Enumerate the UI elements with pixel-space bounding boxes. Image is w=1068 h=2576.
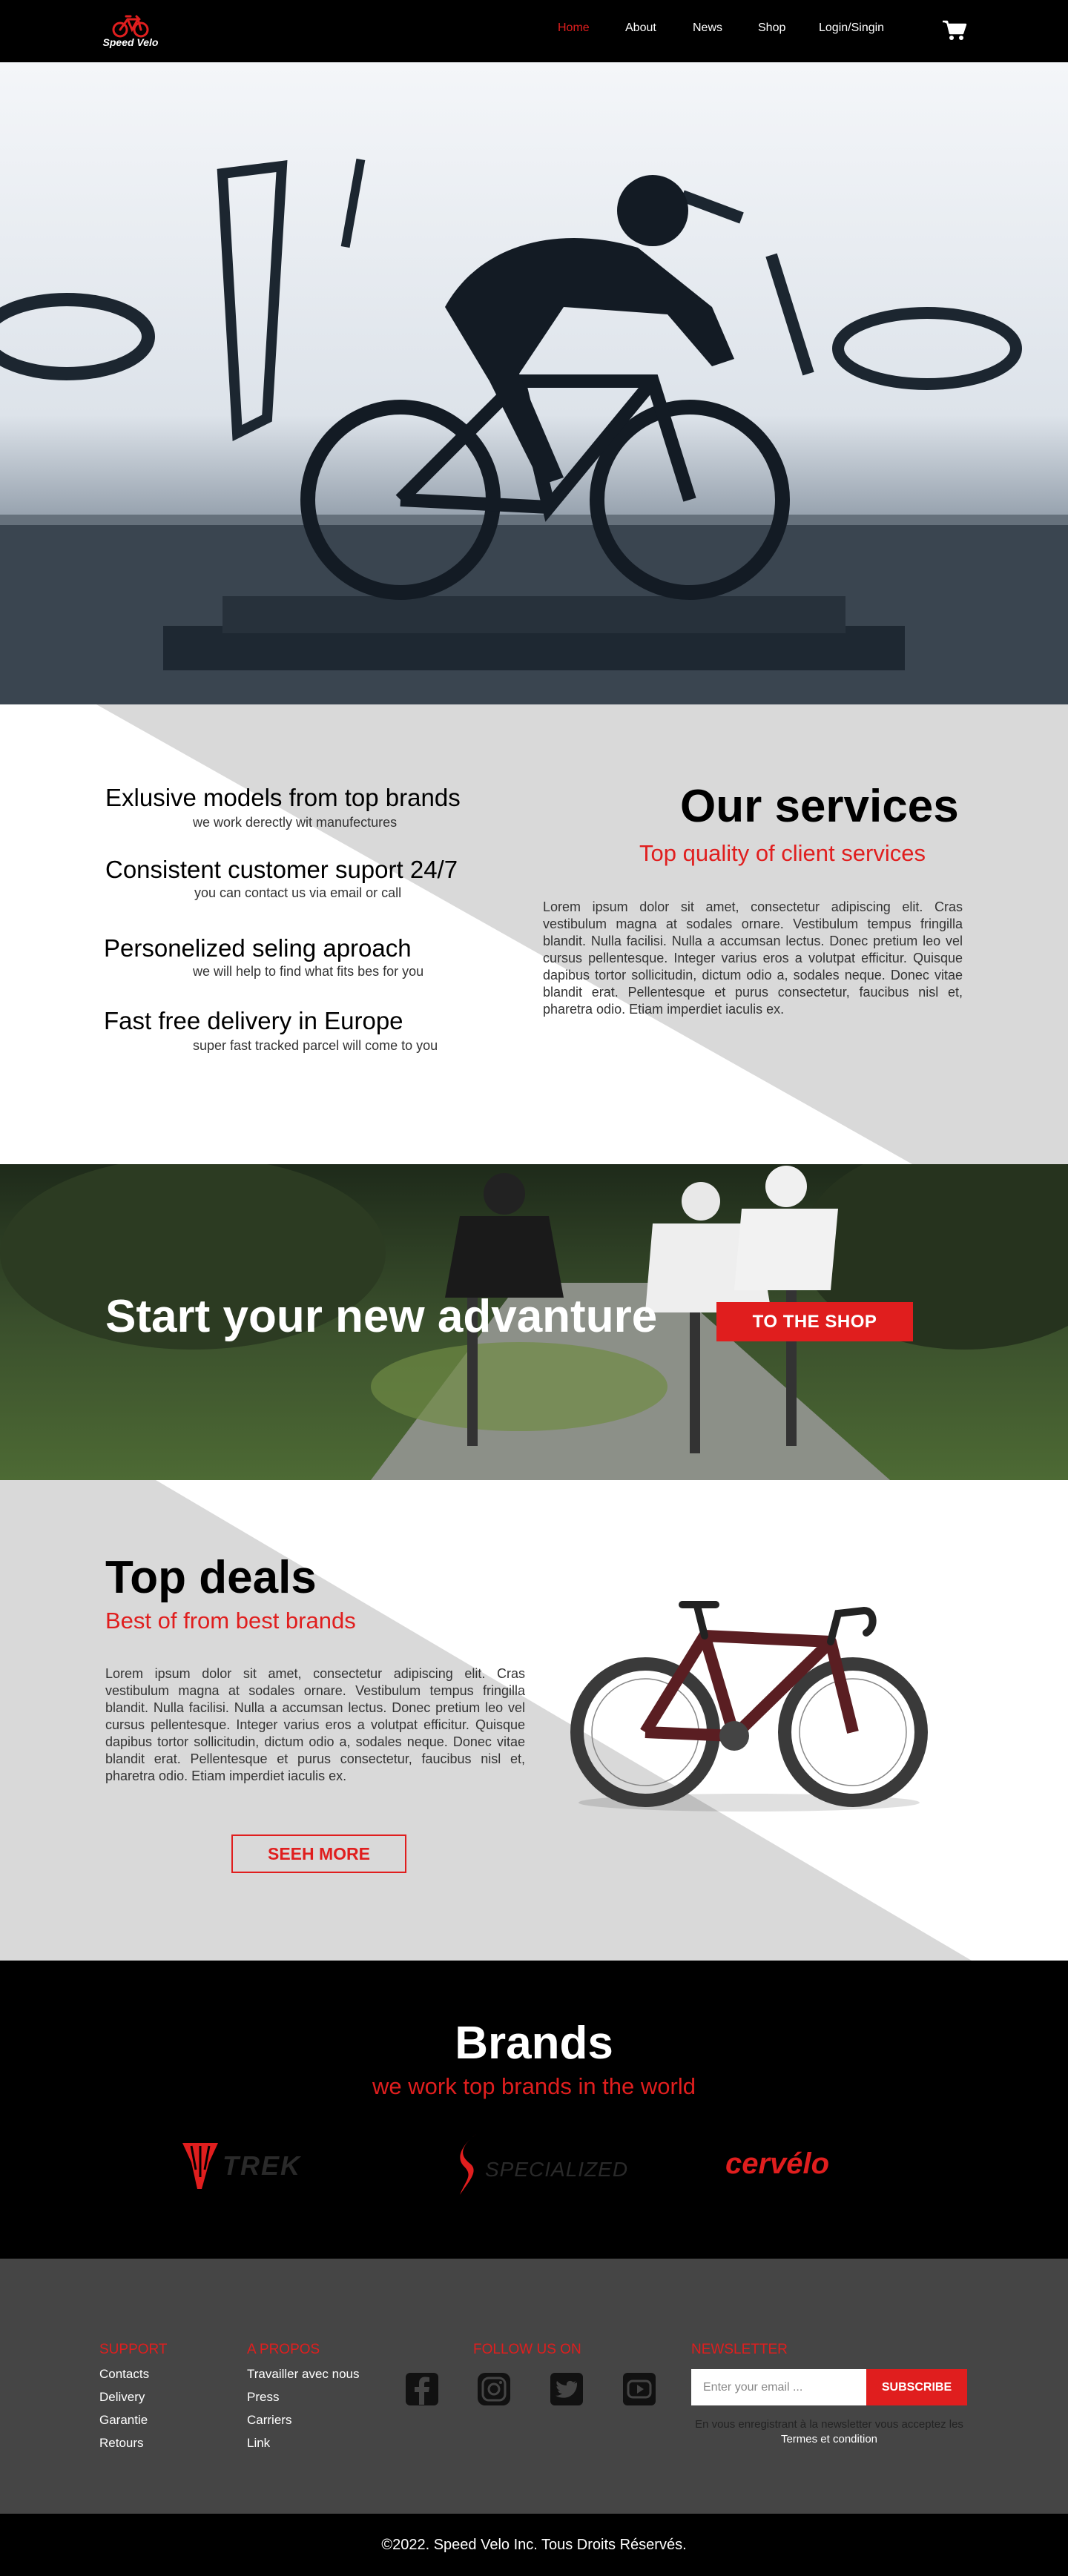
footer-link-press[interactable]: Press	[247, 2390, 279, 2405]
feature-subtitle: we will help to find what fits bes for y…	[193, 964, 424, 979]
feature-title: Exlusive models from top brands	[105, 784, 461, 811]
see-more-button[interactable]: SEEH MORE	[231, 1834, 406, 1873]
site-footer: SUPPORT Contacts Delivery Garantie Retou…	[0, 2259, 1068, 2514]
brand-cervelo[interactable]: cervélo	[725, 2144, 896, 2189]
nav-home[interactable]: Home	[558, 22, 590, 35]
subscribe-button[interactable]: SUBSCRIBE	[866, 2369, 967, 2405]
road-bike-image	[570, 1601, 928, 1812]
logo-text: Speed Velo	[102, 36, 159, 48]
services-title: Our services	[680, 781, 959, 832]
terms-link[interactable]: Termes et condition	[781, 2433, 877, 2445]
footer-link-link[interactable]: Link	[247, 2436, 270, 2451]
feature-subtitle: you can contact us via email or call	[194, 885, 402, 900]
footer-link-travailler[interactable]: Travailler avec nous	[247, 2367, 360, 2382]
footer-link-carriers[interactable]: Carriers	[247, 2413, 291, 2428]
nav-login[interactable]: Login/Singin	[819, 22, 884, 35]
twitter-icon[interactable]	[550, 2372, 584, 2406]
hero-image	[0, 62, 1068, 704]
to-the-shop-button[interactable]: TO THE SHOP	[716, 1302, 913, 1341]
copyright-text: ©2022. Speed Velo Inc. Tous Droits Réser…	[381, 2536, 687, 2553]
deals-body: Lorem ipsum dolor sit amet, consectetur …	[105, 1666, 525, 1783]
brands-title: Brands	[455, 2018, 613, 2069]
feature-title: Fast free delivery in Europe	[104, 1007, 403, 1034]
brand-trek[interactable]: TREK	[179, 2140, 335, 2192]
feature-title: Consistent customer suport 24/7	[105, 856, 458, 883]
cervelo-logo-text: cervélo	[725, 2147, 830, 2180]
logo[interactable]: Speed Velo	[95, 10, 166, 52]
footer-link-contacts[interactable]: Contacts	[99, 2367, 149, 2382]
services-body: Lorem ipsum dolor sit amet, consectetur …	[543, 899, 963, 1017]
specialized-logo-icon	[460, 2134, 476, 2195]
copyright-bar: ©2022. Speed Velo Inc. Tous Droits Réser…	[0, 2514, 1068, 2576]
newsletter-note-text: En vous enregistrant à la newsletter vou…	[695, 2418, 963, 2431]
youtube-icon[interactable]	[622, 2372, 656, 2406]
banner-title: Start your new advanture	[105, 1291, 658, 1342]
footer-link-retours[interactable]: Retours	[99, 2436, 144, 2451]
footer-follow-title: FOLLOW US ON	[473, 2342, 581, 2357]
adventure-banner: Start your new advanture TO THE SHOP	[0, 1164, 1068, 1480]
trek-logo-icon	[182, 2143, 218, 2189]
services-section: Exlusive models from top brands we work …	[0, 704, 1068, 1164]
deals-title: Top deals	[105, 1552, 317, 1603]
deals-subtitle: Best of from best brands	[105, 1608, 356, 1634]
nav-about[interactable]: About	[625, 22, 656, 35]
facebook-icon[interactable]	[405, 2372, 439, 2406]
hero-cyclist-illustration	[0, 62, 1068, 704]
trek-logo-text: TREK	[222, 2150, 301, 2181]
feature-subtitle: we work derectly wit manufectures	[193, 815, 398, 830]
feature-item: Consistent customer suport 24/7 you can …	[105, 856, 458, 900]
newsletter-note: En vous enregistrant à la newsletter vou…	[691, 2417, 967, 2447]
nav-news[interactable]: News	[693, 22, 722, 35]
services-subtitle: Top quality of client services	[639, 840, 926, 866]
bike-logo-icon	[112, 15, 149, 38]
brands-subtitle: we work top brands in the world	[372, 2073, 696, 2099]
nav-shop[interactable]: Shop	[758, 22, 785, 35]
brand-specialized[interactable]: SPECIALIZED	[454, 2133, 627, 2199]
feature-item: Fast free delivery in Europe super fast …	[104, 1007, 438, 1053]
site-header: Speed Velo Home About News Shop Login/Si…	[0, 0, 1068, 62]
footer-link-garantie[interactable]: Garantie	[99, 2413, 148, 2428]
footer-apropos-title: A PROPOS	[247, 2342, 320, 2357]
top-deals-section: Top deals Best of from best brands Lorem…	[0, 1480, 1068, 1961]
footer-newsletter-title: NEWSLETTER	[691, 2342, 788, 2357]
brands-section: Brands we work top brands in the world T…	[0, 1961, 1068, 2259]
feature-item: Personelized seling aproach we will help…	[104, 934, 423, 979]
feature-item: Exlusive models from top brands we work …	[105, 784, 461, 830]
feature-title: Personelized seling aproach	[104, 934, 412, 962]
instagram-icon[interactable]	[477, 2372, 511, 2406]
cart-icon[interactable]	[942, 19, 967, 42]
newsletter-email-input[interactable]	[691, 2369, 866, 2405]
feature-subtitle: super fast tracked parcel will come to y…	[193, 1038, 438, 1053]
footer-support-title: SUPPORT	[99, 2342, 168, 2357]
footer-link-delivery[interactable]: Delivery	[99, 2390, 145, 2405]
specialized-logo-text: SPECIALIZED	[485, 2158, 629, 2181]
